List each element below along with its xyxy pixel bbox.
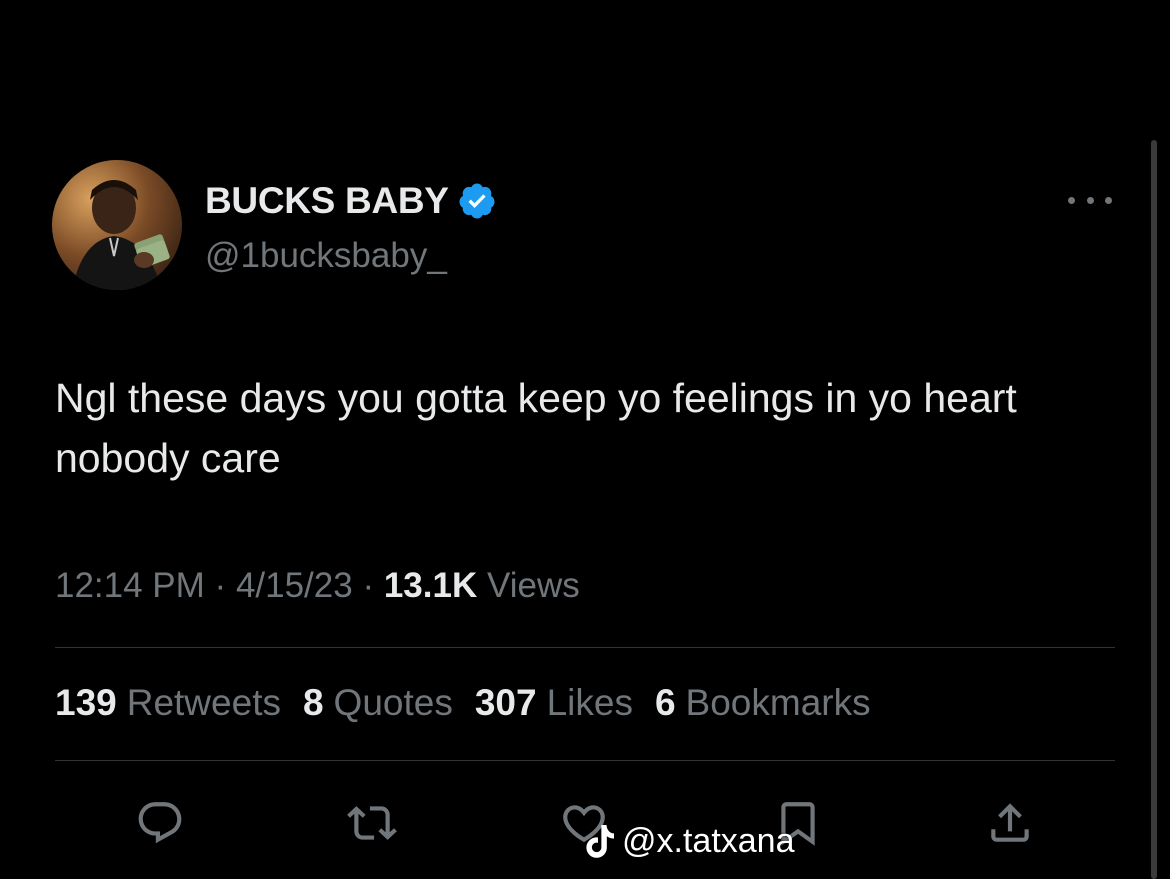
more-options-icon[interactable] <box>1068 186 1112 214</box>
likes-stat[interactable]: 307 Likes <box>475 682 633 724</box>
retweets-stat[interactable]: 139 Retweets <box>55 682 281 724</box>
retweets-label: Retweets <box>126 682 281 723</box>
divider <box>55 760 1115 761</box>
divider <box>55 647 1115 648</box>
bookmarks-label: Bookmarks <box>685 682 871 723</box>
avatar[interactable] <box>52 160 182 290</box>
views-count: 13.1K <box>383 566 478 605</box>
meta-separator: · <box>362 566 375 605</box>
bookmarks-count: 6 <box>654 682 676 723</box>
views-label: Views <box>486 566 580 605</box>
dot <box>1068 196 1075 204</box>
likes-count: 307 <box>474 682 537 723</box>
tweet-time[interactable]: 12:14 PM <box>55 566 205 605</box>
engagement-stats: 139 Retweets 8 Quotes 307 Likes 6 Bookmarks <box>55 682 871 724</box>
retweet-button[interactable] <box>346 797 398 849</box>
user-handle[interactable]: @1bucksbaby_ <box>205 236 447 276</box>
likes-label: Likes <box>546 682 633 723</box>
retweets-count: 139 <box>55 682 117 723</box>
tweet-meta: 12:14 PM · 4/15/23 · 13.1K Views <box>55 566 580 606</box>
quotes-count: 8 <box>302 682 324 723</box>
share-icon <box>991 803 1029 842</box>
bookmarks-stat[interactable]: 6 Bookmarks <box>655 682 871 724</box>
tweet-text: Ngl these days you gotta keep yo feeling… <box>55 375 1017 481</box>
watermark-text: @x.tatxana <box>622 822 795 860</box>
quotes-stat[interactable]: 8 Quotes <box>303 682 453 724</box>
meta-separator: · <box>214 566 227 605</box>
tweet-date[interactable]: 4/15/23 <box>236 566 353 605</box>
avatar-image <box>52 160 182 290</box>
share-button[interactable] <box>984 797 1036 849</box>
verified-badge-icon <box>457 181 497 221</box>
quotes-label: Quotes <box>333 682 453 723</box>
display-name-row[interactable]: BUCKS BABY <box>205 178 497 224</box>
reply-button[interactable] <box>134 797 186 849</box>
dot <box>1086 196 1094 204</box>
display-name[interactable]: BUCKS BABY <box>205 180 449 222</box>
reply-icon <box>138 802 182 844</box>
retweet-icon <box>347 806 397 840</box>
dot <box>1105 196 1112 204</box>
watermark: @x.tatxana <box>586 822 795 861</box>
tiktok-logo-icon <box>586 824 616 859</box>
scrollbar[interactable] <box>1151 140 1157 879</box>
